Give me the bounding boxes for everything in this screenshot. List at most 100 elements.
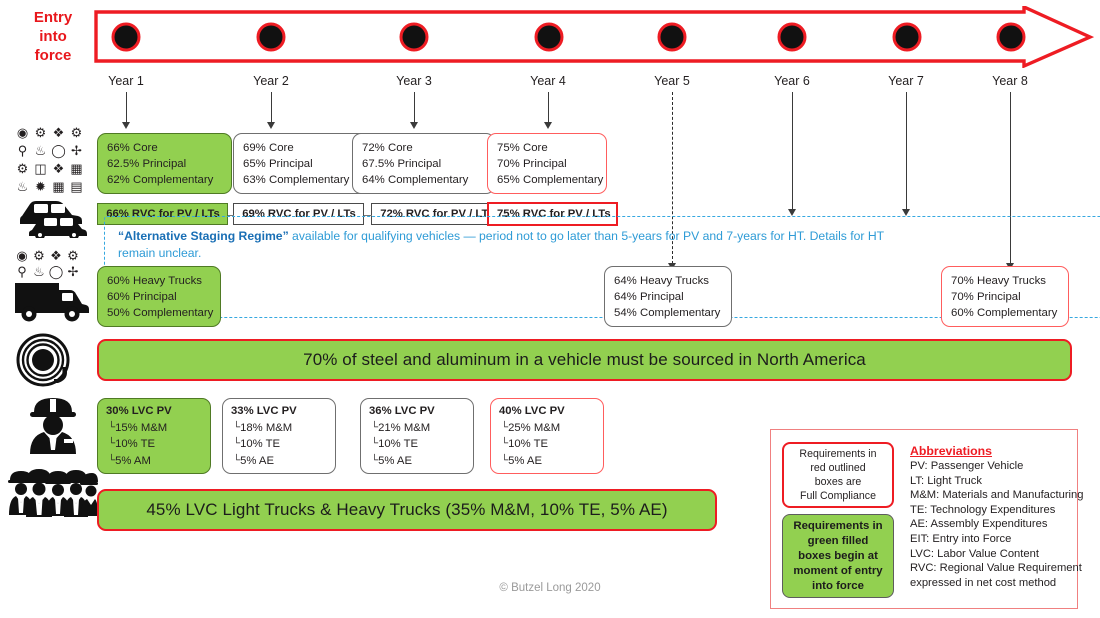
suspension-icon: ▦ — [52, 179, 65, 194]
lvc-trucks-banner[interactable]: 45% LVC Light Trucks & Heavy Trucks (35%… — [97, 489, 717, 531]
lvc-pv-box-year-1[interactable]: 30% LVC PV └15% M&M └10% TE └5% AM — [97, 398, 211, 474]
legend-red-line: Requirements in — [799, 448, 877, 460]
timeline-dot — [996, 22, 1026, 52]
cog-icon: ⚙ — [16, 161, 29, 176]
lvc-pv-sub: └5% AE — [233, 454, 275, 467]
workers-group-icon-svg — [8, 469, 98, 517]
abbreviation-item: PV: Passenger Vehicle — [910, 460, 1024, 472]
wheel-icon: ⚙ — [34, 125, 47, 140]
parts-box-year-4[interactable]: 75% Core 70% Principal 65% Complementary — [487, 133, 607, 194]
heavy-truck-box-line: 70% Heavy Trucks — [951, 275, 1046, 287]
steel-coil-icon-svg — [16, 333, 70, 387]
lvc-trucks-banner-text: 45% LVC Light Trucks & Heavy Trucks (35%… — [146, 500, 668, 519]
parts-box-line: 62.5% Principal — [107, 158, 187, 170]
steel-aluminum-banner-text: 70% of steel and aluminum in a vehicle m… — [303, 350, 866, 369]
brake-disc-icon: ◯ — [48, 264, 64, 279]
lvc-pv-sub: └5% AM — [108, 454, 151, 467]
lvc-pv-sub: └5% AE — [501, 454, 543, 467]
timeline-dot — [777, 22, 807, 52]
gauge-icon: ◉ — [16, 248, 28, 263]
copyright-credit: © Butzel Long 2020 — [499, 582, 601, 594]
heavy-truck-box-line: 54% Complementary — [614, 307, 721, 319]
lvc-pv-sub: └5% AE — [371, 454, 413, 467]
abbreviation-item: RVC: Regional Value Requirement — [910, 562, 1082, 575]
lvc-pv-header: 40% LVC PV — [499, 405, 565, 417]
connector-arrowhead-year-4 — [543, 122, 552, 129]
wrench-icon: ✢ — [67, 264, 79, 279]
alt-staging-quoted-term: “Alternative Staging Regime” — [118, 229, 289, 243]
eif-line-3: force — [34, 47, 72, 65]
parts-box-year-1[interactable]: 66% Core 62.5% Principal 62% Complementa… — [97, 133, 232, 194]
legend-red-line: red outlined — [810, 462, 866, 474]
parts-box-line: 66% Core — [107, 142, 158, 154]
timeline-dot — [399, 22, 429, 52]
timeline-dot — [256, 22, 286, 52]
heavy-truck-box-line: 60% Heavy Trucks — [107, 275, 202, 287]
heavy-truck-box-year-1[interactable]: 60% Heavy Trucks 60% Principal 50% Compl… — [97, 266, 221, 327]
parts-box-line: 65% Principal — [243, 158, 313, 170]
legend-red-chip: Requirements in red outlined boxes are F… — [782, 442, 894, 508]
gear-shift-icon: ⚲ — [17, 264, 27, 279]
legend-red-line: Full Compliance — [800, 490, 876, 502]
year-label-5: Year 5 — [654, 74, 690, 88]
steel-aluminum-banner[interactable]: 70% of steel and aluminum in a vehicle m… — [97, 339, 1072, 381]
eif-line-1: Entry — [33, 9, 73, 26]
oil-can-icon: ♨ — [33, 264, 45, 279]
year-label-7: Year 7 — [888, 74, 924, 88]
heavy-truck-box-line: 60% Principal — [107, 291, 177, 303]
parts-box-line: 65% Complementary — [497, 174, 604, 186]
abbreviation-item: EIT: Entry into Force — [910, 532, 1012, 545]
heavy-truck-box-year-5[interactable]: 64% Heavy Trucks 64% Principal 54% Compl… — [604, 266, 732, 327]
abbreviations-block: Abbreviations PV: Passenger Vehicle LT: … — [910, 444, 1084, 590]
heavy-truck-box-line: 70% Principal — [951, 291, 1021, 303]
parts-box-year-2[interactable]: 69% Core 65% Principal 63% Complementary — [233, 133, 371, 194]
timeline-dot — [111, 22, 141, 52]
year-label-2: Year 2 — [253, 74, 289, 88]
connector-year-1 — [126, 92, 127, 123]
lvc-pv-box-year-3[interactable]: 36% LVC PV └21% M&M └10% TE └5% AE — [360, 398, 474, 474]
lvc-pv-sub: └21% M&M — [371, 421, 431, 434]
lvc-pv-sub: └15% M&M — [108, 421, 168, 434]
air-filter-icon: ♨ — [16, 179, 29, 194]
year-label-1: Year 1 — [108, 74, 144, 88]
spark-plug-icon: ❖ — [50, 248, 62, 263]
connector-year-7 — [906, 92, 907, 210]
eif-line-2: into — [39, 28, 67, 46]
connector-arrowhead-year-7 — [901, 209, 910, 216]
timeline-dot — [534, 22, 564, 52]
lvc-pv-box-year-4[interactable]: 40% LVC PV └25% M&M └10% TE └5% AE — [490, 398, 604, 474]
worker-icon-svg — [30, 398, 76, 454]
lvc-pv-box-year-2[interactable]: 33% LVC PV └18% M&M └10% TE └5% AE — [222, 398, 336, 474]
lvc-pv-header: 30% LVC PV — [106, 405, 172, 417]
lvc-pv-sub: └10% TE — [501, 438, 549, 450]
piston-icon: ❖ — [52, 161, 65, 176]
heavy-truck-icon-svg — [15, 283, 89, 322]
lvc-pv-header: 33% LVC PV — [231, 405, 297, 417]
fuse-box-icon: ▤ — [70, 179, 83, 194]
abbreviation-item: LVC: Labor Value Content — [910, 547, 1039, 560]
connector-year-2 — [271, 92, 272, 123]
legend-green-line: boxes begin at — [798, 549, 878, 562]
connector-arrowhead-year-3 — [409, 122, 418, 129]
parts-box-line: 67.5% Principal — [362, 158, 442, 170]
spark-plug-icon: ❖ — [52, 125, 65, 140]
heavy-truck-box-year-8[interactable]: 70% Heavy Trucks 70% Principal 60% Compl… — [941, 266, 1069, 327]
gauge-icon: ◉ — [16, 125, 29, 140]
parts-box-year-3[interactable]: 72% Core 67.5% Principal 64% Complementa… — [352, 133, 495, 194]
connector-arrowhead-year-1 — [121, 122, 130, 129]
arrow-outline — [94, 6, 1094, 68]
footer-area: © Butzel Long 2020 — [0, 582, 1100, 594]
alt-staging-line-2: remain unclear. — [118, 246, 202, 260]
cars-icon — [16, 196, 88, 243]
year-label-6: Year 6 — [774, 74, 810, 88]
auto-parts-grid-icon-small: ◉ ⚙ ❖ ⚙ ⚲ ♨ ◯ ✢ — [14, 247, 81, 279]
abbreviation-item: AE: Assembly Expenditures — [910, 518, 1048, 531]
alt-staging-rest: available for qualifying vehicles — peri… — [288, 229, 885, 243]
timeline-dot — [657, 22, 687, 52]
lvc-pv-header: 36% LVC PV — [369, 405, 435, 417]
timeline-arrow-svg — [94, 6, 1094, 68]
connector-arrowhead-year-6 — [787, 209, 796, 216]
gear-shift-icon: ⚲ — [17, 143, 28, 158]
abbreviations-title: Abbreviations — [910, 444, 992, 458]
abbreviation-item: M&M: Materials and Manufacturing — [910, 489, 1084, 502]
